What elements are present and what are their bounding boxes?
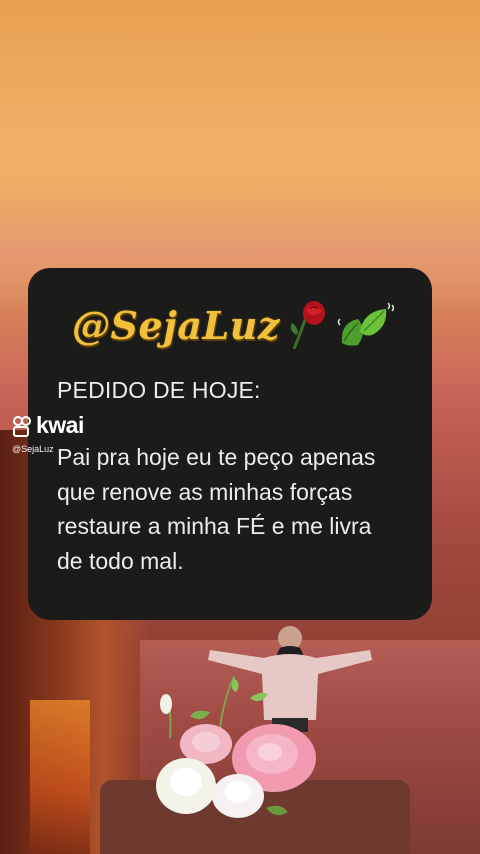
logo-text: @SejaLuz bbox=[72, 302, 280, 348]
kwai-handle: @SejaLuz bbox=[12, 444, 54, 454]
kwai-watermark: kwai bbox=[12, 412, 84, 439]
canyon-glow bbox=[30, 700, 90, 854]
red-rose-icon bbox=[290, 301, 325, 350]
green-leaves-icon bbox=[337, 302, 394, 346]
kwai-logo-icon bbox=[13, 415, 31, 437]
post-message: Pai pra hoje eu te peço apenas que renov… bbox=[57, 444, 376, 574]
kwai-brand-text: kwai bbox=[36, 412, 84, 438]
post-title: PEDIDO DE HOJE: bbox=[57, 377, 261, 403]
rose-bouquet-icon bbox=[156, 675, 316, 818]
brand-logo: @SejaLuz bbox=[72, 295, 394, 355]
